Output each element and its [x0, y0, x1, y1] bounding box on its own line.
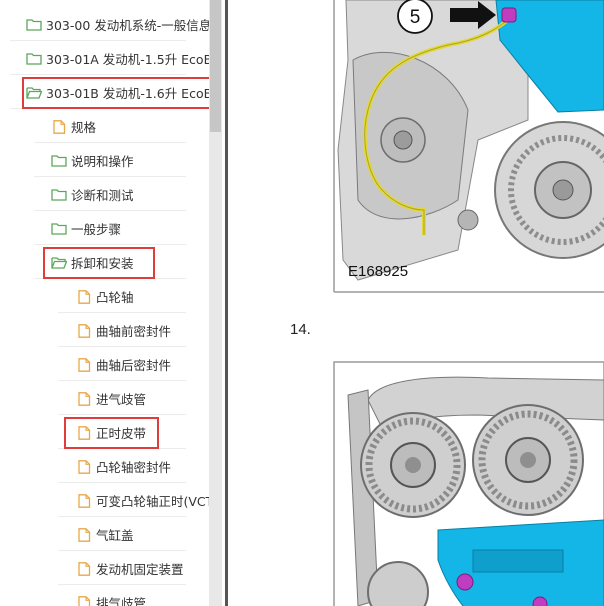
tree-item-label: 说明和操作	[71, 153, 134, 169]
tree-item[interactable]: 凸轮轴密封件	[58, 449, 210, 483]
tree-item[interactable]: 排气歧管	[76, 585, 210, 606]
figure-id-label: E168925	[348, 263, 409, 280]
step-number: 14.	[290, 321, 311, 338]
tree-item[interactable]: 凸轮轴	[58, 279, 210, 313]
document-icon	[76, 391, 92, 406]
tree-item-label: 气缸盖	[96, 527, 134, 543]
tree-item-label: 正时皮带	[96, 425, 147, 441]
tree-item[interactable]: 规格	[34, 109, 210, 143]
tree-item[interactable]: 诊断和测试	[34, 177, 210, 211]
document-icon	[76, 357, 92, 372]
tree-item[interactable]: 进气歧管	[58, 381, 210, 415]
tree-item-label: 排气歧管	[96, 595, 147, 606]
tree-item[interactable]: 曲轴前密封件	[58, 313, 210, 347]
tree-item-label: 303-01A 发动机-1.5升 EcoBoost	[46, 51, 210, 67]
tree-item-label: 一般步骤	[71, 221, 122, 237]
scrollbar-thumb[interactable]	[210, 0, 221, 132]
tree-item-label: 发动机固定装置	[96, 561, 184, 577]
document-viewer: 5 E168925 14.	[228, 0, 604, 606]
document-icon	[76, 493, 92, 508]
tree-item-label: 303-01B 发动机-1.6升 EcoBoost	[46, 85, 210, 101]
tree-scrollbar[interactable]	[209, 0, 222, 606]
tree-item-label: 303-00 发动机系统-一般信息	[46, 17, 210, 33]
folder-icon	[26, 52, 42, 65]
tree-item-label: 拆卸和安装	[71, 255, 134, 271]
document-icon	[76, 561, 92, 576]
tree-item-label: 曲轴后密封件	[96, 357, 172, 373]
folder-open-icon	[26, 86, 43, 99]
tree-item-label: 诊断和测试	[71, 187, 134, 203]
document-icon	[76, 595, 92, 606]
tree-item-label: 可变凸轮轴正时(VCT)	[96, 493, 210, 509]
document-icon	[76, 323, 92, 338]
tree-item[interactable]: 发动机固定装置	[58, 551, 210, 585]
tree-item[interactable]: 气缸盖	[58, 517, 210, 551]
tree-item[interactable]: 说明和操作	[34, 143, 210, 177]
tree-item-label: 进气歧管	[96, 391, 147, 407]
document-icon	[76, 459, 92, 474]
tree-item[interactable]: 拆卸和安装	[34, 245, 210, 279]
tree-item[interactable]: 曲轴后密封件	[58, 347, 210, 381]
tree-item-label: 凸轮轴密封件	[96, 459, 172, 475]
folder-open-icon	[51, 256, 68, 269]
tree-item[interactable]: 一般步骤	[34, 211, 210, 245]
tree-item-label: 规格	[71, 119, 97, 135]
document-icon	[76, 527, 92, 542]
document-icon	[51, 119, 67, 134]
tree-item[interactable]: 303-00 发动机系统-一般信息	[10, 7, 210, 41]
tree-item[interactable]: 正时皮带	[58, 415, 210, 449]
folder-icon	[26, 18, 42, 31]
tree-item[interactable]: 303-01B 发动机-1.6升 EcoBoost	[10, 75, 210, 109]
folder-icon	[51, 222, 67, 235]
figure-callout-5: 5	[410, 7, 421, 28]
navigation-tree: 303-00 发动机系统-一般信息 303-01A 发动机-1.5升 EcoBoo…	[0, 0, 210, 606]
document-icon	[76, 289, 92, 304]
folder-icon	[51, 188, 67, 201]
tree-item[interactable]: 303-01A 发动机-1.5升 EcoBoost	[10, 41, 210, 75]
tree-item-label: 凸轮轴	[96, 289, 134, 305]
tree-item-label: 曲轴前密封件	[96, 323, 172, 339]
tree-item[interactable]: 可变凸轮轴正时(VCT)	[58, 483, 210, 517]
engine-figure-top: 5	[333, 0, 604, 293]
folder-icon	[51, 154, 67, 167]
document-icon	[76, 425, 92, 440]
engine-figure-bottom	[333, 361, 604, 606]
